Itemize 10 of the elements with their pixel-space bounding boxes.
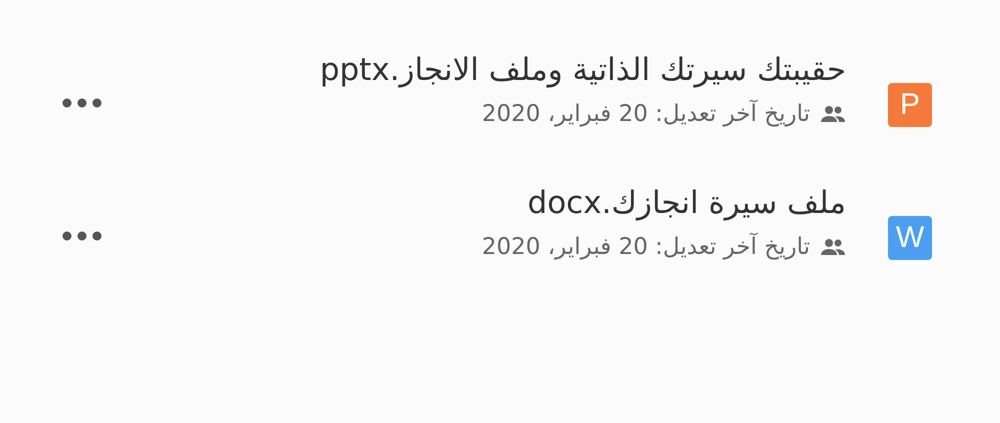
file-type-icon: W <box>888 216 932 260</box>
more-button[interactable] <box>62 229 102 240</box>
file-type-icon: P <box>888 83 932 127</box>
modified-date: تاريخ آخر تعديل: 20 فبراير، 2020 <box>482 234 810 260</box>
more-button[interactable] <box>62 96 102 106</box>
people-icon <box>820 238 846 256</box>
file-name: حقيبتك سيرتك الذاتية وملف الانجاز.pptx <box>320 52 846 90</box>
people-icon <box>820 105 846 124</box>
modified-date: تاريخ آخر تعديل: 20 فبراير، 2020 <box>482 101 810 128</box>
file-name: ملف سيرة انجازك.docx <box>528 185 846 222</box>
